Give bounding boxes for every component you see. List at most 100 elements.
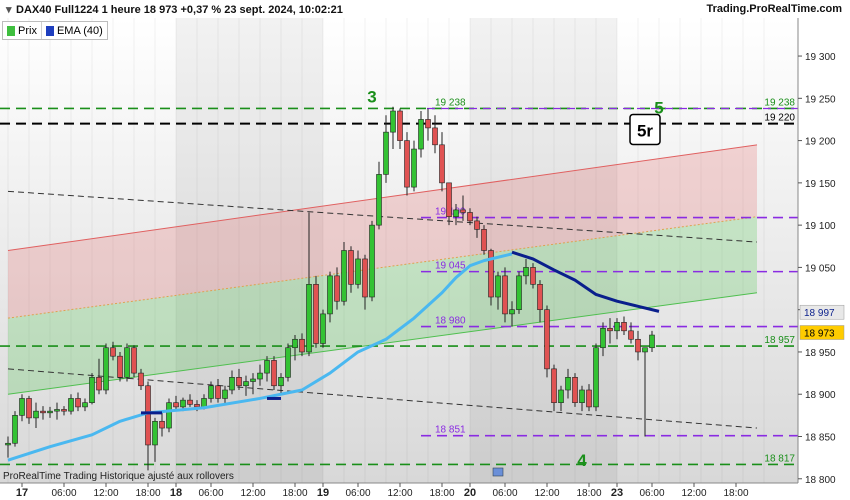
candle-body[interactable] [131,347,137,374]
dropdown-icon[interactable]: ▾ [6,3,16,16]
candle-body[interactable] [103,347,109,391]
candle-body[interactable] [75,398,81,408]
candle-body[interactable] [397,110,403,141]
candle-body[interactable] [341,250,347,302]
candle-body[interactable] [26,398,32,419]
candle-body[interactable] [586,389,592,408]
candle-body[interactable] [565,377,571,391]
candle-body[interactable] [642,347,648,353]
candle-body[interactable] [145,385,151,446]
candle-body[interactable] [250,378,256,382]
candle-body[interactable] [33,410,39,419]
candle-body[interactable] [264,360,270,374]
candle-body[interactable] [313,284,319,344]
candle-body[interactable] [278,377,284,387]
candle-body[interactable] [516,275,522,310]
candle-body[interactable] [19,398,25,416]
candle-body[interactable] [236,377,242,387]
candle-body[interactable] [61,409,67,412]
candle-body[interactable] [215,385,221,399]
candle-body[interactable] [327,275,333,315]
candle-body[interactable] [208,385,214,399]
candle-body[interactable] [173,402,179,408]
candle-body[interactable] [572,377,578,403]
candle-body[interactable] [523,267,529,277]
calendar-marker-icon[interactable] [492,467,504,477]
candle-body[interactable] [152,420,158,446]
candle-body[interactable] [138,372,144,387]
candle-body[interactable] [229,377,235,391]
candle-body[interactable] [292,338,298,349]
candle-body[interactable] [390,110,396,133]
candle-body[interactable] [502,275,508,315]
candle-body[interactable] [607,327,613,332]
candle-body[interactable] [348,250,354,285]
candle-body[interactable] [467,212,473,222]
candle-body[interactable] [110,347,116,357]
candle-body[interactable] [180,399,186,408]
legend-item-price[interactable]: Prix [3,22,42,39]
candle-body[interactable] [558,389,564,403]
candle-body[interactable] [614,322,620,332]
candle-body[interactable] [544,309,550,370]
candle-body[interactable] [383,131,389,175]
candle-body[interactable] [47,410,53,414]
candle-body[interactable] [600,327,606,349]
legend-item-ema[interactable]: EMA (40) [42,22,107,39]
candle-body[interactable] [530,267,536,285]
candle-body[interactable] [271,360,277,387]
candle-body[interactable] [222,389,228,399]
level-right-label: 19 238 [764,97,795,108]
candle-body[interactable] [495,275,501,298]
candle-body[interactable] [425,119,431,129]
candle-body[interactable] [432,127,438,146]
candle-body[interactable] [187,399,193,405]
candle-body[interactable] [5,442,11,446]
candle-body[interactable] [355,258,361,285]
candle-body[interactable] [411,148,417,188]
candle-body[interactable] [159,420,165,429]
candle-body[interactable] [124,347,130,378]
price-chart[interactable]: 19 23819 23819 22019 10919 04518 98018 9… [0,0,850,500]
candle-body[interactable] [194,404,200,408]
candle-body[interactable] [89,377,95,403]
candle-body[interactable] [446,182,452,217]
candle-body[interactable] [257,372,263,380]
candle-body[interactable] [579,389,585,403]
candle-body[interactable] [551,368,557,403]
candle-body[interactable] [306,284,312,353]
candle-body[interactable] [166,402,172,429]
candle-body[interactable] [334,275,340,302]
candle-body[interactable] [453,209,459,217]
candle-body[interactable] [439,144,445,184]
candle-body[interactable] [404,140,410,188]
level-right-label: 18 957 [764,335,795,346]
candle-body[interactable] [299,338,305,353]
candle-body[interactable] [649,334,655,349]
candle-body[interactable] [635,338,641,353]
candle-body[interactable] [628,330,634,340]
candle-body[interactable] [509,309,515,315]
candle-body[interactable] [201,398,207,408]
candle-body[interactable] [96,377,102,391]
candle-body[interactable] [82,402,88,408]
candle-body[interactable] [362,258,368,298]
candle-body[interactable] [68,398,74,412]
candle-body[interactable] [593,347,599,408]
candle-body[interactable] [621,322,627,332]
price-swatch-icon [7,25,15,36]
candle-body[interactable] [537,284,543,310]
candle-body[interactable] [474,220,480,230]
candle-body[interactable] [12,415,18,444]
candle-body[interactable] [369,224,375,298]
candle-body[interactable] [40,410,46,414]
candle-body[interactable] [418,119,424,150]
candle-body[interactable] [54,409,60,412]
candle-body[interactable] [481,229,487,251]
candle-body[interactable] [460,209,466,213]
candle-body[interactable] [376,174,382,226]
candle-body[interactable] [243,381,249,387]
candle-body[interactable] [285,347,291,378]
candle-body[interactable] [117,355,123,378]
candle-body[interactable] [320,313,326,344]
